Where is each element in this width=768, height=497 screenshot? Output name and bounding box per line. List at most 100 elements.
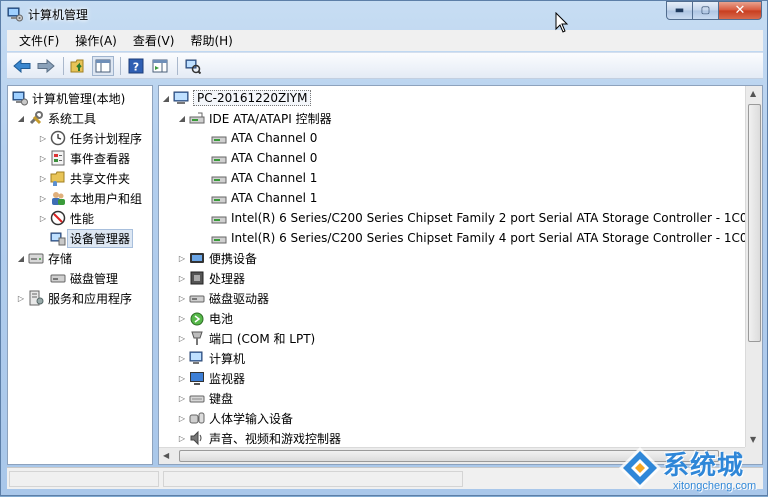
menu-view[interactable]: 查看(V) (125, 32, 183, 49)
users-icon (52, 192, 65, 205)
toolbar-separator (177, 56, 178, 75)
expand-arrow-icon[interactable]: ▷ (38, 148, 48, 168)
show-hide-tree-button[interactable] (92, 55, 114, 76)
tree-item-computer-management[interactable]: 计算机管理(本地) (12, 88, 125, 108)
device-group-battery[interactable]: ▷ 电池 (177, 308, 233, 328)
expand-arrow-icon[interactable]: ▷ (177, 308, 187, 328)
action-pane-button[interactable] (149, 56, 171, 76)
watermark-logo-icon (619, 447, 661, 489)
clock-icon (50, 130, 66, 146)
vertical-scrollbar[interactable]: ▲ ▼ (745, 86, 762, 447)
tree-item-device-manager[interactable]: 设备管理器 (50, 228, 134, 248)
up-level-button[interactable] (68, 56, 90, 76)
tree-item-disk-management[interactable]: 磁盘管理 (50, 268, 118, 288)
expand-arrow-icon[interactable]: ▷ (177, 408, 187, 428)
portable-device-icon (190, 253, 204, 263)
help-button[interactable]: ? (125, 56, 147, 76)
tree-item-system-tools[interactable]: ◢ 系统工具 (16, 108, 96, 128)
device-item[interactable]: ATA Channel 0 (211, 148, 317, 168)
maximize-button[interactable]: ▢ (692, 1, 719, 20)
vertical-scroll-thumb[interactable] (748, 104, 761, 342)
scroll-left-icon[interactable]: ◀ (163, 451, 169, 460)
device-item[interactable]: Intel(R) 6 Series/C200 Series Chipset Fa… (211, 208, 755, 228)
device-group-portable[interactable]: ▷ 便携设备 (177, 248, 257, 268)
ide-channel-icon (211, 196, 227, 204)
expand-arrow-icon[interactable]: ▷ (177, 348, 187, 368)
svg-text:?: ? (133, 60, 139, 73)
ide-channel-icon (211, 236, 227, 244)
scroll-up-icon[interactable]: ▲ (750, 89, 756, 98)
device-group-computer[interactable]: ▷ 计算机 (177, 348, 245, 368)
scan-hardware-icon (185, 59, 201, 74)
expand-arrow-icon[interactable]: ▷ (38, 188, 48, 208)
up-folder-icon (70, 59, 84, 72)
device-item[interactable]: ATA Channel 1 (211, 188, 317, 208)
forward-button[interactable] (35, 56, 57, 76)
help-icon: ? (128, 58, 144, 73)
expand-arrow-icon[interactable]: ▷ (38, 128, 48, 148)
expand-arrow-icon[interactable]: ▷ (38, 208, 48, 228)
computer-icon (173, 91, 189, 104)
tree-item-services-applications[interactable]: ▷ 服务和应用程序 (16, 288, 132, 308)
expand-arrow-icon[interactable]: ▷ (177, 328, 187, 348)
device-group-ide[interactable]: ◢ IDE ATA/ATAPI 控制器 (177, 108, 332, 128)
tree-item-task-scheduler[interactable]: ▷ 任务计划程序 (38, 128, 142, 148)
watermark-text: 系统城 (663, 451, 745, 481)
collapse-arrow-icon[interactable]: ◢ (16, 248, 26, 268)
scan-hardware-button[interactable] (182, 56, 204, 76)
collapse-arrow-icon[interactable]: ◢ (177, 108, 187, 128)
device-label: ATA Channel 1 (231, 191, 318, 205)
ide-controller-icon (189, 112, 205, 124)
device-item[interactable]: ATA Channel 1 (211, 168, 317, 188)
collapse-arrow-icon[interactable]: ◢ (16, 108, 26, 128)
device-item[interactable]: Intel(R) 6 Series/C200 Series Chipset Fa… (211, 228, 755, 248)
tree-item-storage[interactable]: ◢ 存储 (16, 248, 72, 268)
expand-arrow-icon[interactable]: ▷ (177, 428, 187, 448)
tree-item-label: 系统工具 (48, 111, 97, 126)
menu-help[interactable]: 帮助(H) (182, 32, 240, 49)
expand-arrow-icon[interactable]: ▷ (177, 248, 187, 268)
console-tree[interactable]: 计算机管理(本地) ◢ 系统工具 ▷ 任务计划程序 ▷ 事件查看器 ▷ 共享文件… (7, 85, 153, 465)
device-group-label: 监视器 (209, 371, 246, 386)
device-group-keyboards[interactable]: ▷ 键盘 (177, 388, 233, 408)
tree-item-performance[interactable]: ▷ 性能 (38, 208, 94, 228)
device-group-monitors[interactable]: ▷ 监视器 (177, 368, 245, 388)
tree-item-label: 本地用户和组 (70, 191, 143, 206)
device-label: ATA Channel 0 (231, 131, 318, 145)
tree-item-local-users-groups[interactable]: ▷ 本地用户和组 (38, 188, 142, 208)
device-tree[interactable]: ◢ PC-20161220ZIYM ◢ IDE ATA/ATAPI 控制器 AT… (158, 85, 763, 465)
device-label: Intel(R) 6 Series/C200 Series Chipset Fa… (231, 231, 756, 245)
storage-icon (28, 253, 44, 264)
device-tree-root[interactable]: ◢ PC-20161220ZIYM (161, 88, 312, 108)
expand-arrow-icon[interactable]: ▷ (38, 168, 48, 188)
tree-item-label: 设备管理器 (67, 228, 134, 248)
device-item[interactable]: ATA Channel 0 (211, 128, 317, 148)
computer-management-icon (12, 91, 28, 106)
expand-arrow-icon[interactable]: ▷ (177, 388, 187, 408)
collapse-arrow-icon[interactable]: ◢ (161, 88, 171, 108)
tree-item-shared-folders[interactable]: ▷ 共享文件夹 (38, 168, 130, 188)
expand-arrow-icon[interactable]: ▷ (177, 268, 187, 288)
device-group-disk-drives[interactable]: ▷ 磁盘驱动器 (177, 288, 269, 308)
device-group-label: 电池 (209, 311, 234, 326)
minimize-button[interactable]: ▬ (666, 1, 693, 20)
device-label: ATA Channel 0 (231, 151, 318, 165)
back-button[interactable] (11, 56, 33, 76)
tree-item-event-viewer[interactable]: ▷ 事件查看器 (38, 148, 130, 168)
close-button[interactable]: ✕ (718, 1, 762, 20)
device-group-ports[interactable]: ▷ 端口 (COM 和 LPT) (177, 328, 315, 348)
title-bar[interactable]: 计算机管理 ▬ ▢ ✕ (1, 1, 767, 29)
performance-icon (50, 210, 66, 226)
expand-arrow-icon[interactable]: ▷ (16, 288, 26, 308)
menu-file[interactable]: 文件(F) (11, 32, 67, 49)
menu-action[interactable]: 操作(A) (67, 32, 125, 49)
tree-item-label: 服务和应用程序 (48, 291, 133, 306)
shared-folder-icon (50, 171, 65, 186)
device-group-label: 端口 (COM 和 LPT) (209, 331, 316, 346)
device-group-sound[interactable]: ▷ 声音、视频和游戏控制器 (177, 428, 341, 448)
expand-arrow-icon[interactable]: ▷ (177, 288, 187, 308)
expand-arrow-icon[interactable]: ▷ (177, 368, 187, 388)
device-group-hid[interactable]: ▷ 人体学输入设备 (177, 408, 293, 428)
device-group-label: 键盘 (209, 391, 234, 406)
device-group-processor[interactable]: ▷ 处理器 (177, 268, 245, 288)
